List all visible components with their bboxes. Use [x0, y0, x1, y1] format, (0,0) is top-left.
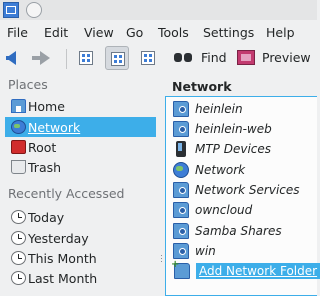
- menu-go[interactable]: Go: [126, 25, 143, 40]
- find-label: Find: [201, 50, 227, 65]
- file-name: heinlein: [195, 102, 243, 116]
- list-item[interactable]: Network: [173, 160, 313, 180]
- sidebar-item-label: This Month: [28, 251, 97, 266]
- list-item[interactable]: heinlein-web: [173, 119, 313, 139]
- menu-edit[interactable]: Edit: [44, 25, 68, 40]
- network-folder-icon: [173, 101, 189, 117]
- menu-settings[interactable]: Settings: [203, 25, 254, 40]
- add-folder-icon: [171, 259, 190, 279]
- sidebar-item-label: Root: [28, 140, 57, 155]
- binoculars-icon: [174, 51, 192, 63]
- list-item[interactable]: heinlein: [173, 99, 313, 119]
- sidebar-item-label: Last Month: [28, 271, 98, 286]
- network-folder-icon: [173, 182, 189, 198]
- location-title: Network: [172, 79, 232, 94]
- file-name: owncloud: [195, 203, 253, 217]
- sidebar-item-label: Network: [28, 120, 81, 135]
- sidebar-item-root[interactable]: Root: [5, 137, 156, 157]
- clock-icon: [11, 231, 26, 245]
- details-view-icon: [141, 51, 155, 65]
- clock-icon: [11, 251, 26, 265]
- sidebar-item-yesterday[interactable]: Yesterday: [5, 228, 156, 248]
- trash-icon: [11, 160, 26, 174]
- places-heading: Places: [8, 77, 48, 92]
- preview-label: Preview: [262, 50, 311, 65]
- app-icon[interactable]: [3, 2, 19, 18]
- details-view-button[interactable]: [136, 46, 160, 70]
- sidebar-item-label: Today: [28, 210, 65, 225]
- panel-splitter[interactable]: [160, 75, 163, 296]
- compact-view-icon: [111, 52, 125, 66]
- sidebar-item-trash[interactable]: Trash: [5, 157, 156, 177]
- sidebar-item-last-month[interactable]: Last Month: [5, 268, 156, 288]
- menu-file[interactable]: File: [7, 25, 28, 40]
- add-network-folder-item[interactable]: Add Network Folder: [171, 259, 320, 281]
- home-icon: [11, 99, 26, 113]
- network-folder-icon: [173, 223, 189, 239]
- menu-view[interactable]: View: [84, 25, 114, 40]
- forward-arrow-icon[interactable]: [32, 51, 50, 65]
- clock-icon: [11, 271, 26, 285]
- network-globe-icon: [173, 162, 189, 178]
- back-arrow-icon[interactable]: [6, 51, 16, 65]
- toolbar-separator: [66, 49, 67, 69]
- recent-heading: Recently Accessed: [8, 186, 125, 201]
- file-name: Network Services: [195, 183, 300, 197]
- file-name: Samba Shares: [195, 224, 282, 238]
- clock-icon: [11, 210, 26, 224]
- menu-bar: File Edit View Go Tools Settings Help: [0, 21, 317, 43]
- menu-help[interactable]: Help: [266, 25, 295, 40]
- sidebar-item-label: Trash: [28, 160, 62, 175]
- list-item[interactable]: Network Services: [173, 180, 313, 200]
- menu-tools[interactable]: Tools: [158, 25, 189, 40]
- list-item[interactable]: win: [173, 241, 313, 261]
- network-folder-icon: [173, 121, 189, 137]
- list-item[interactable]: Samba Shares: [173, 221, 313, 241]
- icons-view-icon: [79, 51, 93, 65]
- icons-view-button[interactable]: [74, 46, 98, 70]
- file-name: heinlein-web: [195, 122, 272, 136]
- sidebar-item-network[interactable]: Network: [5, 117, 156, 137]
- compact-view-button[interactable]: [105, 46, 129, 70]
- mobile-device-icon: [176, 141, 186, 157]
- sidebar-item-this-month[interactable]: This Month: [5, 248, 156, 268]
- root-icon: [11, 140, 26, 154]
- preview-icon: [237, 50, 255, 65]
- toolbar: Find Preview: [0, 43, 317, 73]
- sidebar-item-label: Yesterday: [28, 231, 89, 246]
- sidebar-item-home[interactable]: Home: [5, 96, 156, 116]
- sidebar-item-today[interactable]: Today: [5, 207, 156, 227]
- network-folder-icon: [173, 243, 189, 259]
- list-item[interactable]: MTP Devices: [173, 139, 313, 159]
- file-name: MTP Devices: [195, 142, 272, 156]
- file-name: win: [195, 244, 216, 258]
- file-name: Network: [195, 163, 246, 177]
- window-menu-button[interactable]: [26, 2, 42, 18]
- list-item[interactable]: owncloud: [173, 200, 313, 220]
- network-globe-icon: [11, 120, 26, 134]
- add-network-folder-label: Add Network Folder: [196, 263, 320, 279]
- network-folder-icon: [173, 202, 189, 218]
- places-panel: Places Home Network Root Trash Recently …: [0, 75, 160, 296]
- file-list[interactable]: heinlein heinlein-web MTP Devices Networ…: [165, 96, 320, 296]
- sidebar-item-label: Home: [28, 99, 65, 114]
- title-bar: [0, 0, 317, 20]
